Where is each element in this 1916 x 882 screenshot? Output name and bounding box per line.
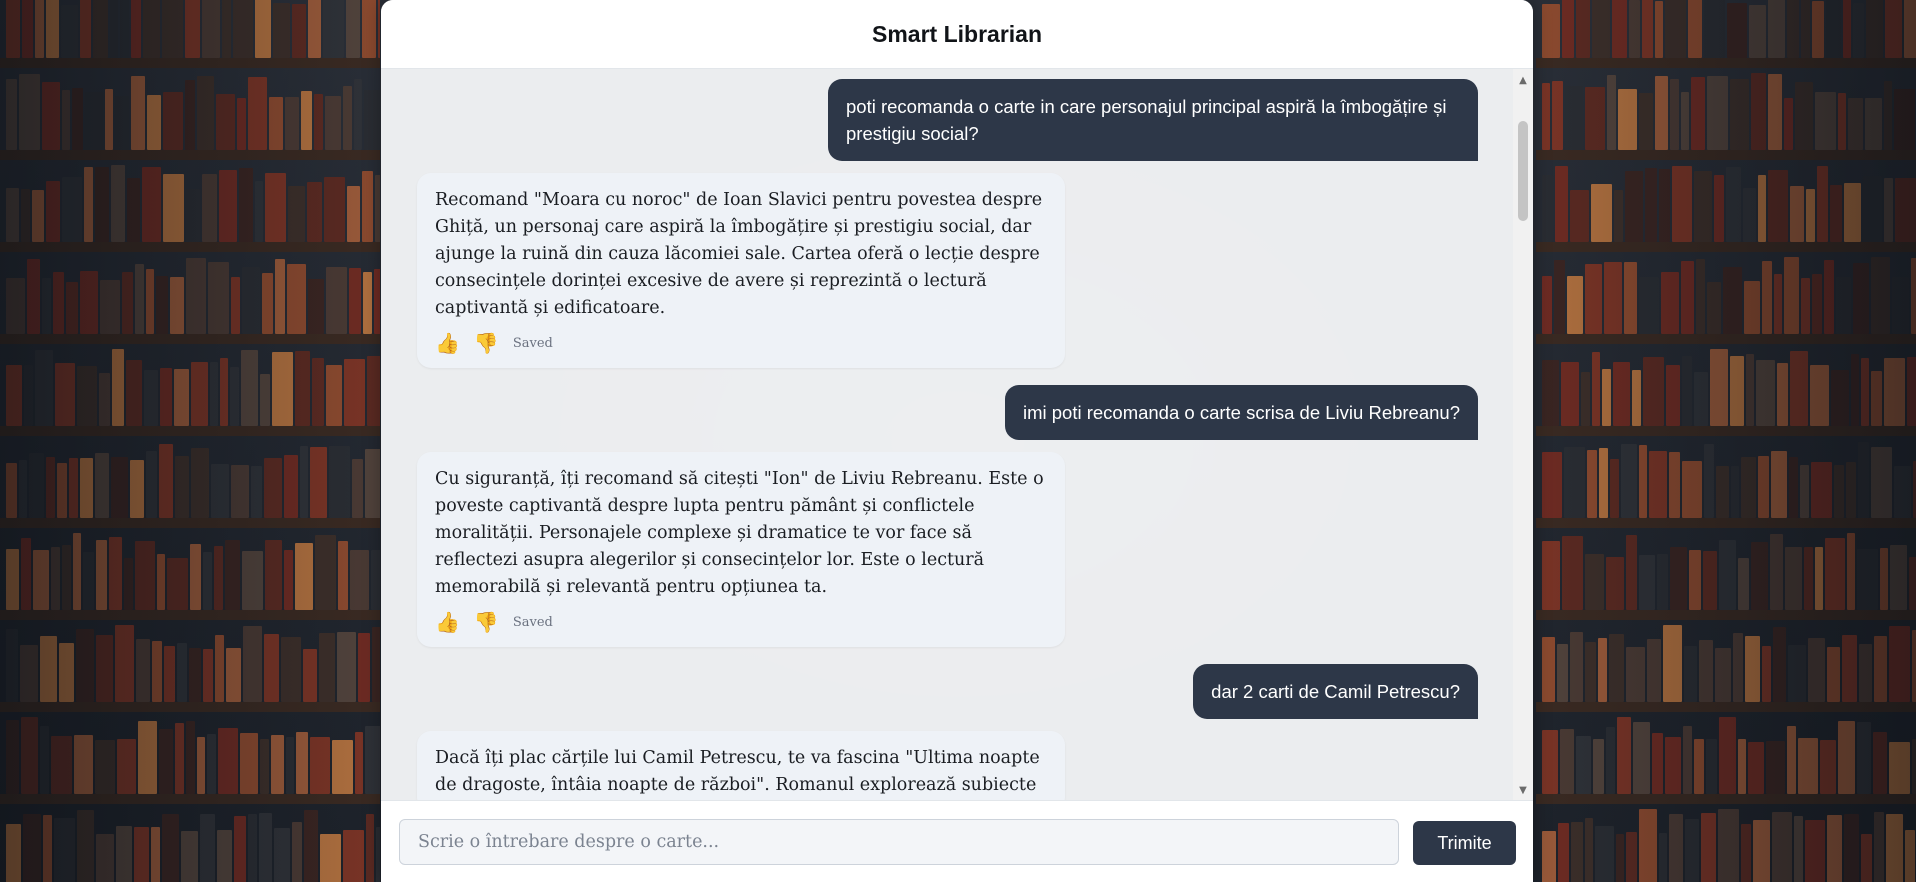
send-button[interactable]: Trimite [1413, 821, 1516, 865]
message-scrollbar[interactable]: ▲ ▼ [1513, 69, 1533, 801]
thumbs-up-icon[interactable]: 👍 [435, 332, 460, 354]
user-message-text: dar 2 carti de Camil Petrescu? [1211, 681, 1460, 702]
assistant-message-text: Dacă îți plac cărțile lui Camil Petrescu… [435, 748, 1040, 795]
chat-panel: Smart Librarian poti recomanda o carte i… [381, 0, 1533, 882]
composer-bar: Trimite [381, 800, 1533, 882]
user-message-text: poti recomanda o carte in care personaju… [846, 96, 1447, 144]
assistant-message: Cu siguranță, îți recomand să citești "I… [417, 452, 1065, 647]
saved-status: Saved [512, 614, 553, 630]
scroll-thumb[interactable] [1518, 121, 1528, 221]
assistant-message: Dacă îți plac cărțile lui Camil Petrescu… [417, 731, 1065, 801]
thumbs-down-icon[interactable]: 👎 [474, 332, 499, 354]
scroll-down-icon[interactable]: ▼ [1513, 781, 1533, 799]
thumbs-down-icon[interactable]: 👎 [474, 611, 499, 633]
scroll-up-icon[interactable]: ▲ [1513, 71, 1533, 89]
user-message: imi poti recomanda o carte scrisa de Liv… [1004, 385, 1478, 440]
saved-status: Saved [512, 335, 553, 351]
user-message: poti recomanda o carte in care personaju… [828, 79, 1478, 161]
feedback-bar: 👍 👎 Saved [435, 609, 1047, 635]
assistant-message-text: Cu siguranță, îți recomand să citești "I… [435, 469, 1044, 597]
question-input[interactable] [399, 819, 1399, 865]
assistant-message-text: Recomand "Moara cu noroc" de Ioan Slavic… [435, 190, 1043, 318]
message-list[interactable]: poti recomanda o carte in care personaju… [381, 69, 1533, 801]
feedback-bar: 👍 👎 Saved [435, 330, 1047, 356]
assistant-message: Recomand "Moara cu noroc" de Ioan Slavic… [417, 173, 1065, 368]
page-title: Smart Librarian [872, 20, 1042, 47]
thumbs-up-icon[interactable]: 👍 [435, 611, 460, 633]
chat-header: Smart Librarian [381, 0, 1533, 69]
user-message-text: imi poti recomanda o carte scrisa de Liv… [1022, 402, 1460, 423]
user-message: dar 2 carti de Camil Petrescu? [1193, 664, 1478, 719]
